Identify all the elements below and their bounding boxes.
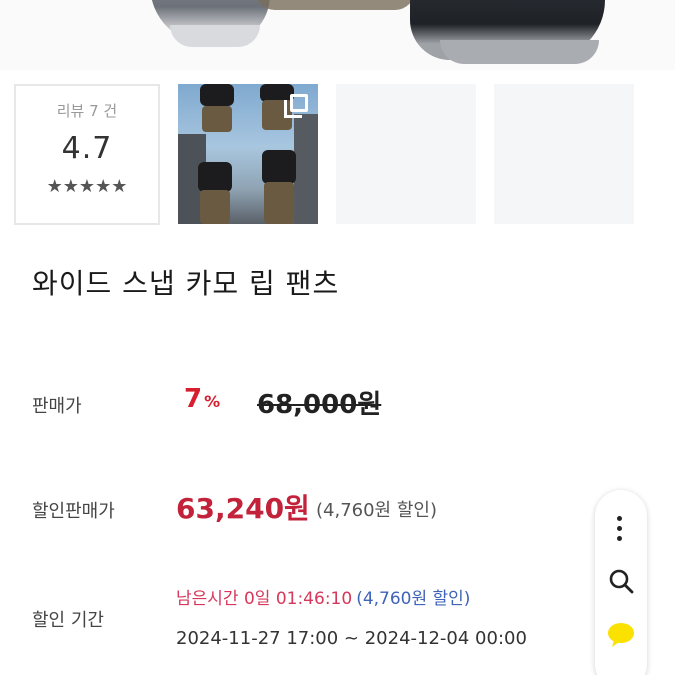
right-shoe-image xyxy=(410,0,605,64)
sale-price-label: 할인판매가 xyxy=(32,501,115,522)
discount-rate: 7% xyxy=(184,384,220,414)
review-summary[interactable]: 리뷰 7 건 4.7 ★★★★★ xyxy=(14,84,160,225)
original-price: 68,000원 xyxy=(257,390,382,420)
review-score: 4.7 xyxy=(61,131,113,166)
discount-period-label: 할인 기간 xyxy=(32,610,104,631)
thumbnail-image-3[interactable] xyxy=(494,84,634,224)
thumbnail-row: 리뷰 7 건 4.7 ★★★★★ xyxy=(14,84,634,225)
price-label: 판매가 xyxy=(32,396,82,417)
thumbnail-image-2[interactable] xyxy=(336,84,476,224)
kakao-chat-icon[interactable] xyxy=(607,622,635,648)
sale-price: 63,240원 xyxy=(176,492,310,525)
multi-image-icon xyxy=(284,94,308,118)
thumbnail-image-1[interactable] xyxy=(178,84,318,224)
search-icon[interactable] xyxy=(608,568,634,594)
remaining-discount: (4,760원 할인) xyxy=(356,589,471,609)
review-count: 리뷰 7 건 xyxy=(56,102,118,120)
rating-stars: ★★★★★ xyxy=(46,176,128,197)
pants-hem-image xyxy=(255,0,415,10)
remaining-time-text: 남은시간 0일 01:46:10 xyxy=(176,589,353,609)
remaining-time: 남은시간 0일 01:46:10 (4,760원 할인) xyxy=(176,584,470,609)
discount-rate-value: 7 xyxy=(184,384,203,414)
left-shoe-image xyxy=(150,0,270,47)
floating-action-panel xyxy=(595,490,647,675)
discount-period-range: 2024-11-27 17:00 ~ 2024-12-04 00:00 xyxy=(176,628,527,649)
sale-discount-note: (4,760원 할인) xyxy=(316,500,437,521)
product-main-image[interactable] xyxy=(0,0,675,70)
discount-rate-unit: % xyxy=(204,392,221,411)
more-vertical-icon[interactable] xyxy=(617,516,623,544)
product-title: 와이드 스냅 카모 립 팬츠 xyxy=(32,267,340,300)
